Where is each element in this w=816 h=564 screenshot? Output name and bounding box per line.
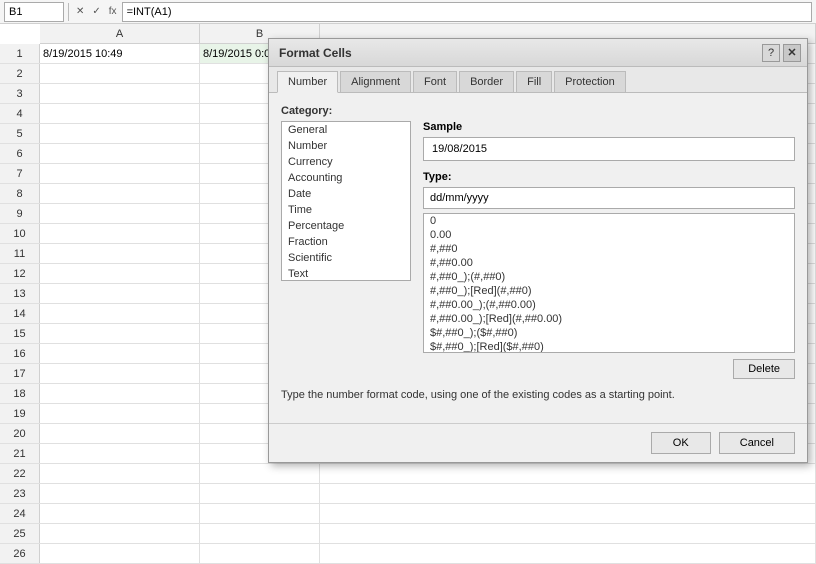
- dialog-footer: OK Cancel: [269, 423, 807, 462]
- format-list[interactable]: 00.00#,##0#,##0.00#,##0_);(#,##0)#,##0_)…: [423, 213, 795, 353]
- format-item[interactable]: #,##0.00_);(#,##0.00): [424, 298, 794, 312]
- category-label: Category:: [281, 105, 795, 117]
- tab-bar: NumberAlignmentFontBorderFillProtection: [269, 67, 807, 93]
- dialog-titlebar: Format Cells ? ✕: [269, 39, 807, 67]
- cell-b26[interactable]: [200, 544, 320, 563]
- category-item-scientific[interactable]: Scientific: [282, 250, 410, 266]
- format-list-container: 00.00#,##0#,##0.00#,##0_);(#,##0)#,##0_)…: [423, 213, 795, 353]
- category-item-general[interactable]: General: [282, 122, 410, 138]
- category-item-number[interactable]: Number: [282, 138, 410, 154]
- tab-number[interactable]: Number: [277, 71, 338, 93]
- tab-alignment[interactable]: Alignment: [340, 71, 411, 92]
- tab-border[interactable]: Border: [459, 71, 514, 92]
- sample-label: Sample: [423, 121, 795, 133]
- format-item[interactable]: #,##0_);[Red](#,##0): [424, 284, 794, 298]
- format-item[interactable]: 0: [424, 214, 794, 228]
- format-cells-dialog: Format Cells ? ✕ NumberAlignmentFontBord…: [268, 38, 808, 463]
- category-item-time[interactable]: Time: [282, 202, 410, 218]
- tab-protection[interactable]: Protection: [554, 71, 626, 92]
- category-list-container: GeneralNumberCurrencyAccountingDateTimeP…: [281, 121, 411, 353]
- cell-b25[interactable]: [200, 524, 320, 543]
- sample-value: 19/08/2015: [432, 143, 487, 155]
- format-item[interactable]: #,##0.00_);[Red](#,##0.00): [424, 312, 794, 326]
- cell-rest-25[interactable]: [320, 524, 816, 543]
- category-list[interactable]: GeneralNumberCurrencyAccountingDateTimeP…: [281, 121, 411, 281]
- row-header[interactable]: 25: [0, 524, 40, 543]
- type-input[interactable]: [423, 187, 795, 209]
- format-item[interactable]: #,##0_);(#,##0): [424, 270, 794, 284]
- ok-button[interactable]: OK: [651, 432, 711, 454]
- type-label: Type:: [423, 171, 795, 183]
- format-item[interactable]: $#,##0_);[Red]($#,##0): [424, 340, 794, 353]
- right-panel: Sample 19/08/2015 Type: 00.00#,##0#,##0.…: [423, 121, 795, 353]
- cell-a26[interactable]: [40, 544, 200, 563]
- dialog-overlay: Format Cells ? ✕ NumberAlignmentFontBord…: [0, 0, 816, 508]
- tab-font[interactable]: Font: [413, 71, 457, 92]
- delete-row: Delete: [281, 359, 795, 379]
- category-item-accounting[interactable]: Accounting: [282, 170, 410, 186]
- cell-rest-26[interactable]: [320, 544, 816, 563]
- close-button[interactable]: ✕: [783, 44, 801, 62]
- format-item[interactable]: #,##0: [424, 242, 794, 256]
- format-item[interactable]: $#,##0_);($#,##0): [424, 326, 794, 340]
- table-row: 25: [0, 524, 816, 544]
- delete-button[interactable]: Delete: [733, 359, 795, 379]
- dialog-window-controls: ? ✕: [762, 44, 801, 62]
- cancel-button[interactable]: Cancel: [719, 432, 795, 454]
- format-item[interactable]: 0.00: [424, 228, 794, 242]
- row-header[interactable]: 26: [0, 544, 40, 563]
- tab-fill[interactable]: Fill: [516, 71, 552, 92]
- category-item-fraction[interactable]: Fraction: [282, 234, 410, 250]
- dialog-content: Category: GeneralNumberCurrencyAccountin…: [269, 93, 807, 423]
- format-item[interactable]: #,##0.00: [424, 256, 794, 270]
- category-item-currency[interactable]: Currency: [282, 154, 410, 170]
- category-item-percentage[interactable]: Percentage: [282, 218, 410, 234]
- sample-box: 19/08/2015: [423, 137, 795, 161]
- category-item-text[interactable]: Text: [282, 266, 410, 281]
- two-column-layout: GeneralNumberCurrencyAccountingDateTimeP…: [281, 121, 795, 353]
- hint-text: Type the number format code, using one o…: [281, 389, 795, 401]
- category-item-date[interactable]: Date: [282, 186, 410, 202]
- help-button[interactable]: ?: [762, 44, 780, 62]
- cell-a25[interactable]: [40, 524, 200, 543]
- table-row: 26: [0, 544, 816, 564]
- dialog-title: Format Cells: [279, 46, 352, 60]
